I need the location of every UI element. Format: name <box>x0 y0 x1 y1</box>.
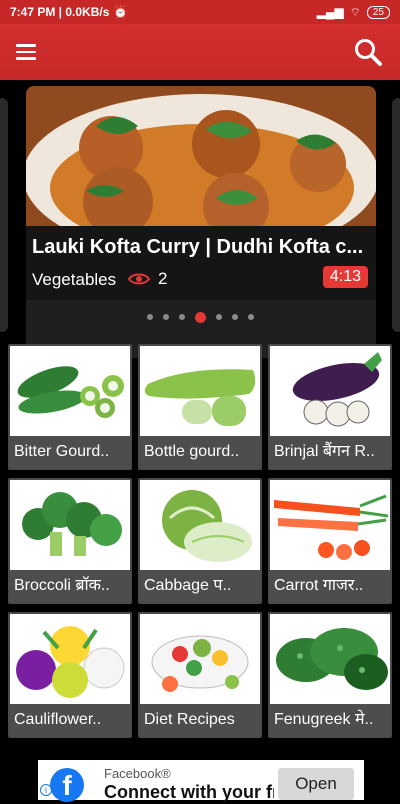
alarm-icon: ⏰ <box>113 5 129 19</box>
category-tile-broccoli[interactable]: Broccoli ब्रॉक.. <box>8 478 132 604</box>
lauki-kofta-curry-image <box>26 86 376 236</box>
carousel-pagination[interactable] <box>0 310 400 324</box>
carrot-image <box>270 480 390 570</box>
search-icon[interactable] <box>352 36 384 68</box>
cauliflower-image <box>10 614 130 704</box>
carousel-dot[interactable] <box>215 314 222 320</box>
featured-recipe-title[interactable]: Lauki Kofta Curry | Dudhi Kofta c... <box>32 236 370 259</box>
category-label: Brinjal बैंगन R.. <box>270 436 390 468</box>
category-label: Fenugreek मे.. <box>270 704 390 736</box>
category-tile-diet-recipes[interactable]: Diet Recipes <box>138 612 262 738</box>
carousel-dot[interactable] <box>146 314 153 320</box>
featured-carousel[interactable]: Lauki Kofta Curry | Dudhi Kofta c... Veg… <box>0 86 400 358</box>
category-label: Carrot गाजर.. <box>270 570 390 602</box>
carousel-dot[interactable] <box>162 314 169 320</box>
status-time: 7:47 PM | 0.0KB/s <box>10 5 110 19</box>
category-label: Broccoli ब्रॉक.. <box>10 570 130 602</box>
bitter-gourd-image <box>10 346 130 436</box>
carousel-dot[interactable] <box>247 314 254 320</box>
diet-recipes-image <box>140 614 260 704</box>
category-label: Cabbage प.. <box>140 570 260 602</box>
app-toolbar <box>0 24 400 80</box>
category-tile-cabbage[interactable]: Cabbage प.. <box>138 478 262 604</box>
view-count: 2 <box>158 269 168 288</box>
signal-icon: ▂▄▆ <box>316 5 344 19</box>
ad-advertiser: Facebook® <box>104 766 171 781</box>
category-tile-brinjal[interactable]: Brinjal बैंगन R.. <box>268 344 392 470</box>
category-tile-bottle-gourd[interactable]: Bottle gourd.. <box>138 344 262 470</box>
category-label: Cauliflower.. <box>10 704 130 736</box>
cabbage-image <box>140 480 260 570</box>
eye-icon <box>128 273 150 285</box>
duration-badge: 4:13 <box>322 266 368 288</box>
featured-category: Vegetables <box>32 270 117 289</box>
category-tile-fenugreek[interactable]: Fenugreek मे.. <box>268 612 392 738</box>
bottle-gourd-image <box>140 346 260 436</box>
broccoli-image <box>10 480 130 570</box>
carousel-dot[interactable] <box>231 314 238 320</box>
wifi-icon: ⌔ <box>349 4 361 19</box>
category-tile-cauliflower[interactable]: Cauliflower.. <box>8 612 132 738</box>
carousel-dot[interactable] <box>178 314 185 320</box>
previous-card-edge[interactable] <box>0 98 8 332</box>
category-label: Bitter Gourd.. <box>10 436 130 468</box>
hamburger-menu-icon[interactable] <box>16 38 44 66</box>
ad-open-button[interactable]: Open <box>278 768 354 800</box>
battery-indicator: 25 <box>366 5 390 19</box>
brinjal-image <box>270 346 390 436</box>
facebook-ad-banner[interactable]: i f Facebook® Connect with your fr Open <box>38 760 364 802</box>
category-label: Bottle gourd.. <box>140 436 260 468</box>
status-bar: 7:47 PM | 0.0KB/s ⏰ ▂▄▆ ⌔ 25 <box>0 0 400 24</box>
category-grid: Bitter Gourd.. Bottle gourd.. Brinjal बै… <box>8 344 392 738</box>
category-tile-bitter-gourd[interactable]: Bitter Gourd.. <box>8 344 132 470</box>
category-tile-carrot[interactable]: Carrot गाजर.. <box>268 478 392 604</box>
featured-card-info: Lauki Kofta Curry | Dudhi Kofta c... Veg… <box>26 226 376 300</box>
facebook-logo-icon: f <box>50 768 84 802</box>
carousel-dot-active[interactable] <box>194 311 206 323</box>
fenugreek-image <box>270 614 390 704</box>
category-label: Diet Recipes <box>140 704 260 736</box>
next-card-edge[interactable] <box>392 98 400 332</box>
